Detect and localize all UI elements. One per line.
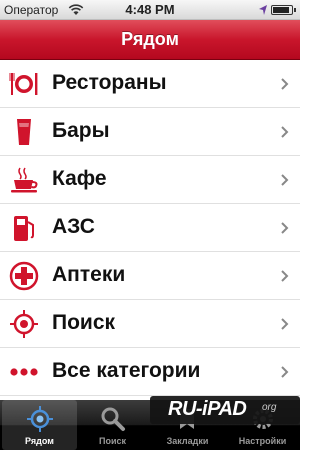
chevron-right-icon [281,126,289,138]
page-title: Рядом [121,29,179,49]
beer-glass-icon [17,119,31,145]
tab-label: Поиск [98,436,126,446]
chevron-right-icon [281,318,289,330]
category-row-bars[interactable]: Бары [0,108,300,156]
chevron-right-icon [281,270,289,282]
category-label: Все категории [52,359,201,382]
category-row-gas-stations[interactable]: АЗС [0,204,300,252]
watermark-suffix: org [262,402,277,413]
chevron-right-icon [281,78,289,90]
category-row-all-categories[interactable]: Все категории [0,348,300,396]
coffee-cup-icon [11,167,38,193]
category-row-search[interactable]: Поиск [0,300,300,348]
search-icon [101,407,125,431]
gas-pump-icon [14,216,34,241]
category-list: Рестораны Бары Кафе АЗС Аптеки Поиск Все… [0,60,300,400]
category-label: Аптеки [52,263,126,286]
status-bar: Оператор 4:48 PM [0,0,300,20]
crosshair-icon [27,406,53,432]
battery-icon [271,5,296,15]
chevron-right-icon [281,366,289,378]
category-label: Рестораны [52,71,167,94]
category-label: Бары [52,119,110,142]
nav-bar: Рядом [0,20,300,60]
restaurant-icon [9,73,38,95]
tab-label: Закладки [166,436,209,446]
category-row-cafe[interactable]: Кафе [0,156,300,204]
category-row-restaurants[interactable]: Рестораны [0,60,300,108]
location-arrow-icon [259,5,267,15]
more-dots-icon [10,368,38,376]
tab-nearby[interactable]: Рядом [2,400,77,450]
chevron-right-icon [281,222,289,234]
category-label: Кафе [52,167,107,190]
watermark-text: RU-iPAD [168,398,247,420]
category-label: АЗС [52,215,95,238]
tab-label: Настройки [238,436,287,446]
category-label: Поиск [52,311,116,334]
category-row-pharmacies[interactable]: Аптеки [0,252,300,300]
watermark: RU-iPAD org [150,396,300,424]
tab-label: Рядом [25,436,54,446]
crosshair-icon [10,310,38,338]
chevron-right-icon [281,174,289,186]
tab-search[interactable]: Поиск [75,400,150,450]
clock: 4:48 PM [125,2,175,17]
pharmacy-cross-icon [9,261,39,291]
